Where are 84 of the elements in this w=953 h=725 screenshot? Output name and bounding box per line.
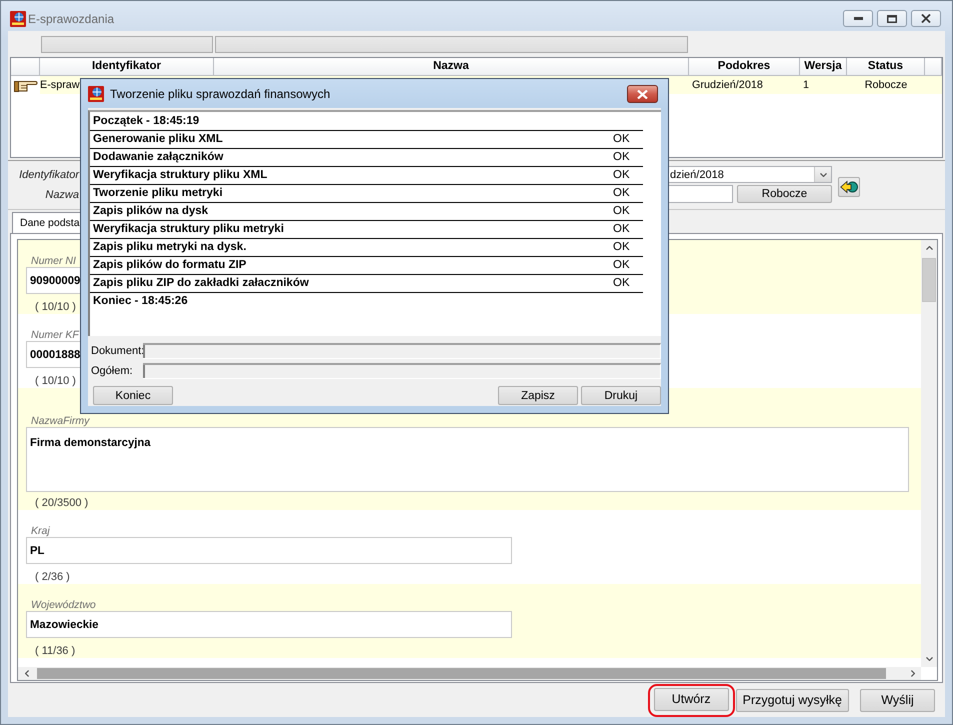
text-field[interactable] (667, 185, 733, 203)
input-field[interactable]: PL (26, 537, 512, 564)
progress-label: Dokument: (91, 345, 144, 357)
version-text: 1 (803, 79, 810, 91)
dropdown-button[interactable] (814, 167, 831, 182)
step-result: OK (613, 240, 630, 255)
step-result: OK (613, 150, 630, 165)
dialog-button[interactable]: Zapisz (498, 386, 578, 405)
log-heading: Koniec - 18:45:26 (92, 294, 188, 309)
scrollbar-thumb[interactable] (922, 258, 936, 302)
column-header[interactable]: Identyfikator (40, 58, 214, 76)
filter-field[interactable] (41, 36, 213, 53)
scrollbar-thumb[interactable] (37, 668, 886, 679)
field-label: Identyfikator (19, 168, 79, 182)
log-entry: Zapis pliku ZIP do zakładki załaczników (92, 276, 309, 291)
field-label: Województwo (31, 599, 96, 611)
char-counter: ( 2/36 ) (35, 571, 70, 583)
log-entry: Dodawanie załączników (92, 150, 224, 165)
step-result: OK (613, 222, 630, 237)
column-header[interactable]: Podokres (689, 58, 800, 76)
filter-field[interactable] (215, 36, 688, 53)
field-label: NazwaFirmy (31, 415, 90, 427)
column-header[interactable]: Status (847, 58, 925, 76)
char-counter: ( 10/10 ) (35, 375, 76, 387)
maximize-icon (887, 14, 897, 22)
log-entry: Zapis pliku metryki na dysk. (92, 240, 246, 255)
log-entry: Zapis plików na dysk (92, 204, 208, 219)
header-filler (925, 58, 942, 76)
step-result: OK (613, 168, 630, 183)
log-entry: Zapis plików do formatu ZIP (92, 258, 246, 273)
status-text: Robocze (864, 79, 908, 91)
log-entry: Generowanie pliku XML (92, 132, 223, 147)
window-title: E-sprawozdania (28, 11, 114, 28)
log-entry: Weryfikacja struktury pliku XML (92, 168, 268, 183)
caret-down-icon (926, 657, 932, 661)
caret-up-icon (926, 246, 932, 250)
maximize-button[interactable] (877, 10, 907, 27)
close-button[interactable] (627, 85, 658, 103)
horizontal-scrollbar[interactable] (18, 667, 921, 680)
dialog-button[interactable]: Drukuj (581, 386, 661, 405)
chevron-down-icon (820, 172, 826, 176)
column-header[interactable]: Wersja (800, 58, 847, 76)
log-entry: Tworzenie pliku metryki (92, 186, 223, 201)
field-label: Numer KF (31, 329, 79, 341)
footer-button[interactable]: Utwórz (654, 688, 729, 710)
input-field[interactable]: Mazowieckie (26, 611, 512, 638)
minimize-icon (854, 17, 862, 20)
log-heading: Początek - 18:45:19 (92, 114, 200, 129)
field-label: Nazwa (45, 188, 79, 202)
period-text: Grudzień/2018 (692, 79, 763, 91)
step-result: OK (613, 258, 630, 273)
log-entry: Weryfikacja struktury pliku metryki (92, 222, 284, 237)
step-result: OK (613, 186, 630, 201)
status-button[interactable]: Robocze (737, 185, 832, 203)
step-result: OK (613, 132, 630, 147)
step-result: OK (613, 276, 630, 291)
vertical-scrollbar[interactable] (921, 240, 937, 667)
field-label: Numer NI (31, 255, 76, 267)
identifier-text: E-spraw (40, 79, 80, 91)
char-counter: ( 11/36 ) (35, 645, 76, 657)
action-button[interactable] (838, 177, 860, 197)
dialog-title: Tworzenie pliku sprawozdań finansowych (110, 86, 330, 102)
char-counter: ( 20/3500 ) (35, 497, 88, 509)
field-label: Kraj (31, 525, 50, 537)
column-header[interactable]: Nazwa (214, 58, 689, 76)
period-dropdown[interactable]: dzień/2018 (667, 166, 832, 183)
text-area[interactable]: Firma demonstarcyjna (26, 427, 909, 492)
caret-right-icon (910, 670, 914, 677)
close-button[interactable] (911, 10, 941, 27)
close-icon (637, 90, 648, 98)
dialog-button[interactable]: Koniec (93, 386, 173, 405)
header-filler (11, 58, 40, 76)
close-icon (921, 14, 931, 23)
footer-button[interactable]: Przygotuj wysyłkę (736, 688, 849, 712)
app-logo-icon (10, 11, 26, 27)
char-counter: ( 10/10 ) (35, 301, 76, 313)
arrow-disc-icon (840, 179, 858, 195)
pointing-hand-icon (14, 78, 38, 92)
minimize-button[interactable] (843, 10, 873, 27)
caret-left-icon (24, 670, 28, 677)
app-logo-icon (88, 86, 104, 102)
footer-button[interactable]: Wyślij (860, 688, 935, 712)
progress-label: Ogółem: (91, 365, 133, 377)
step-result: OK (613, 204, 630, 219)
